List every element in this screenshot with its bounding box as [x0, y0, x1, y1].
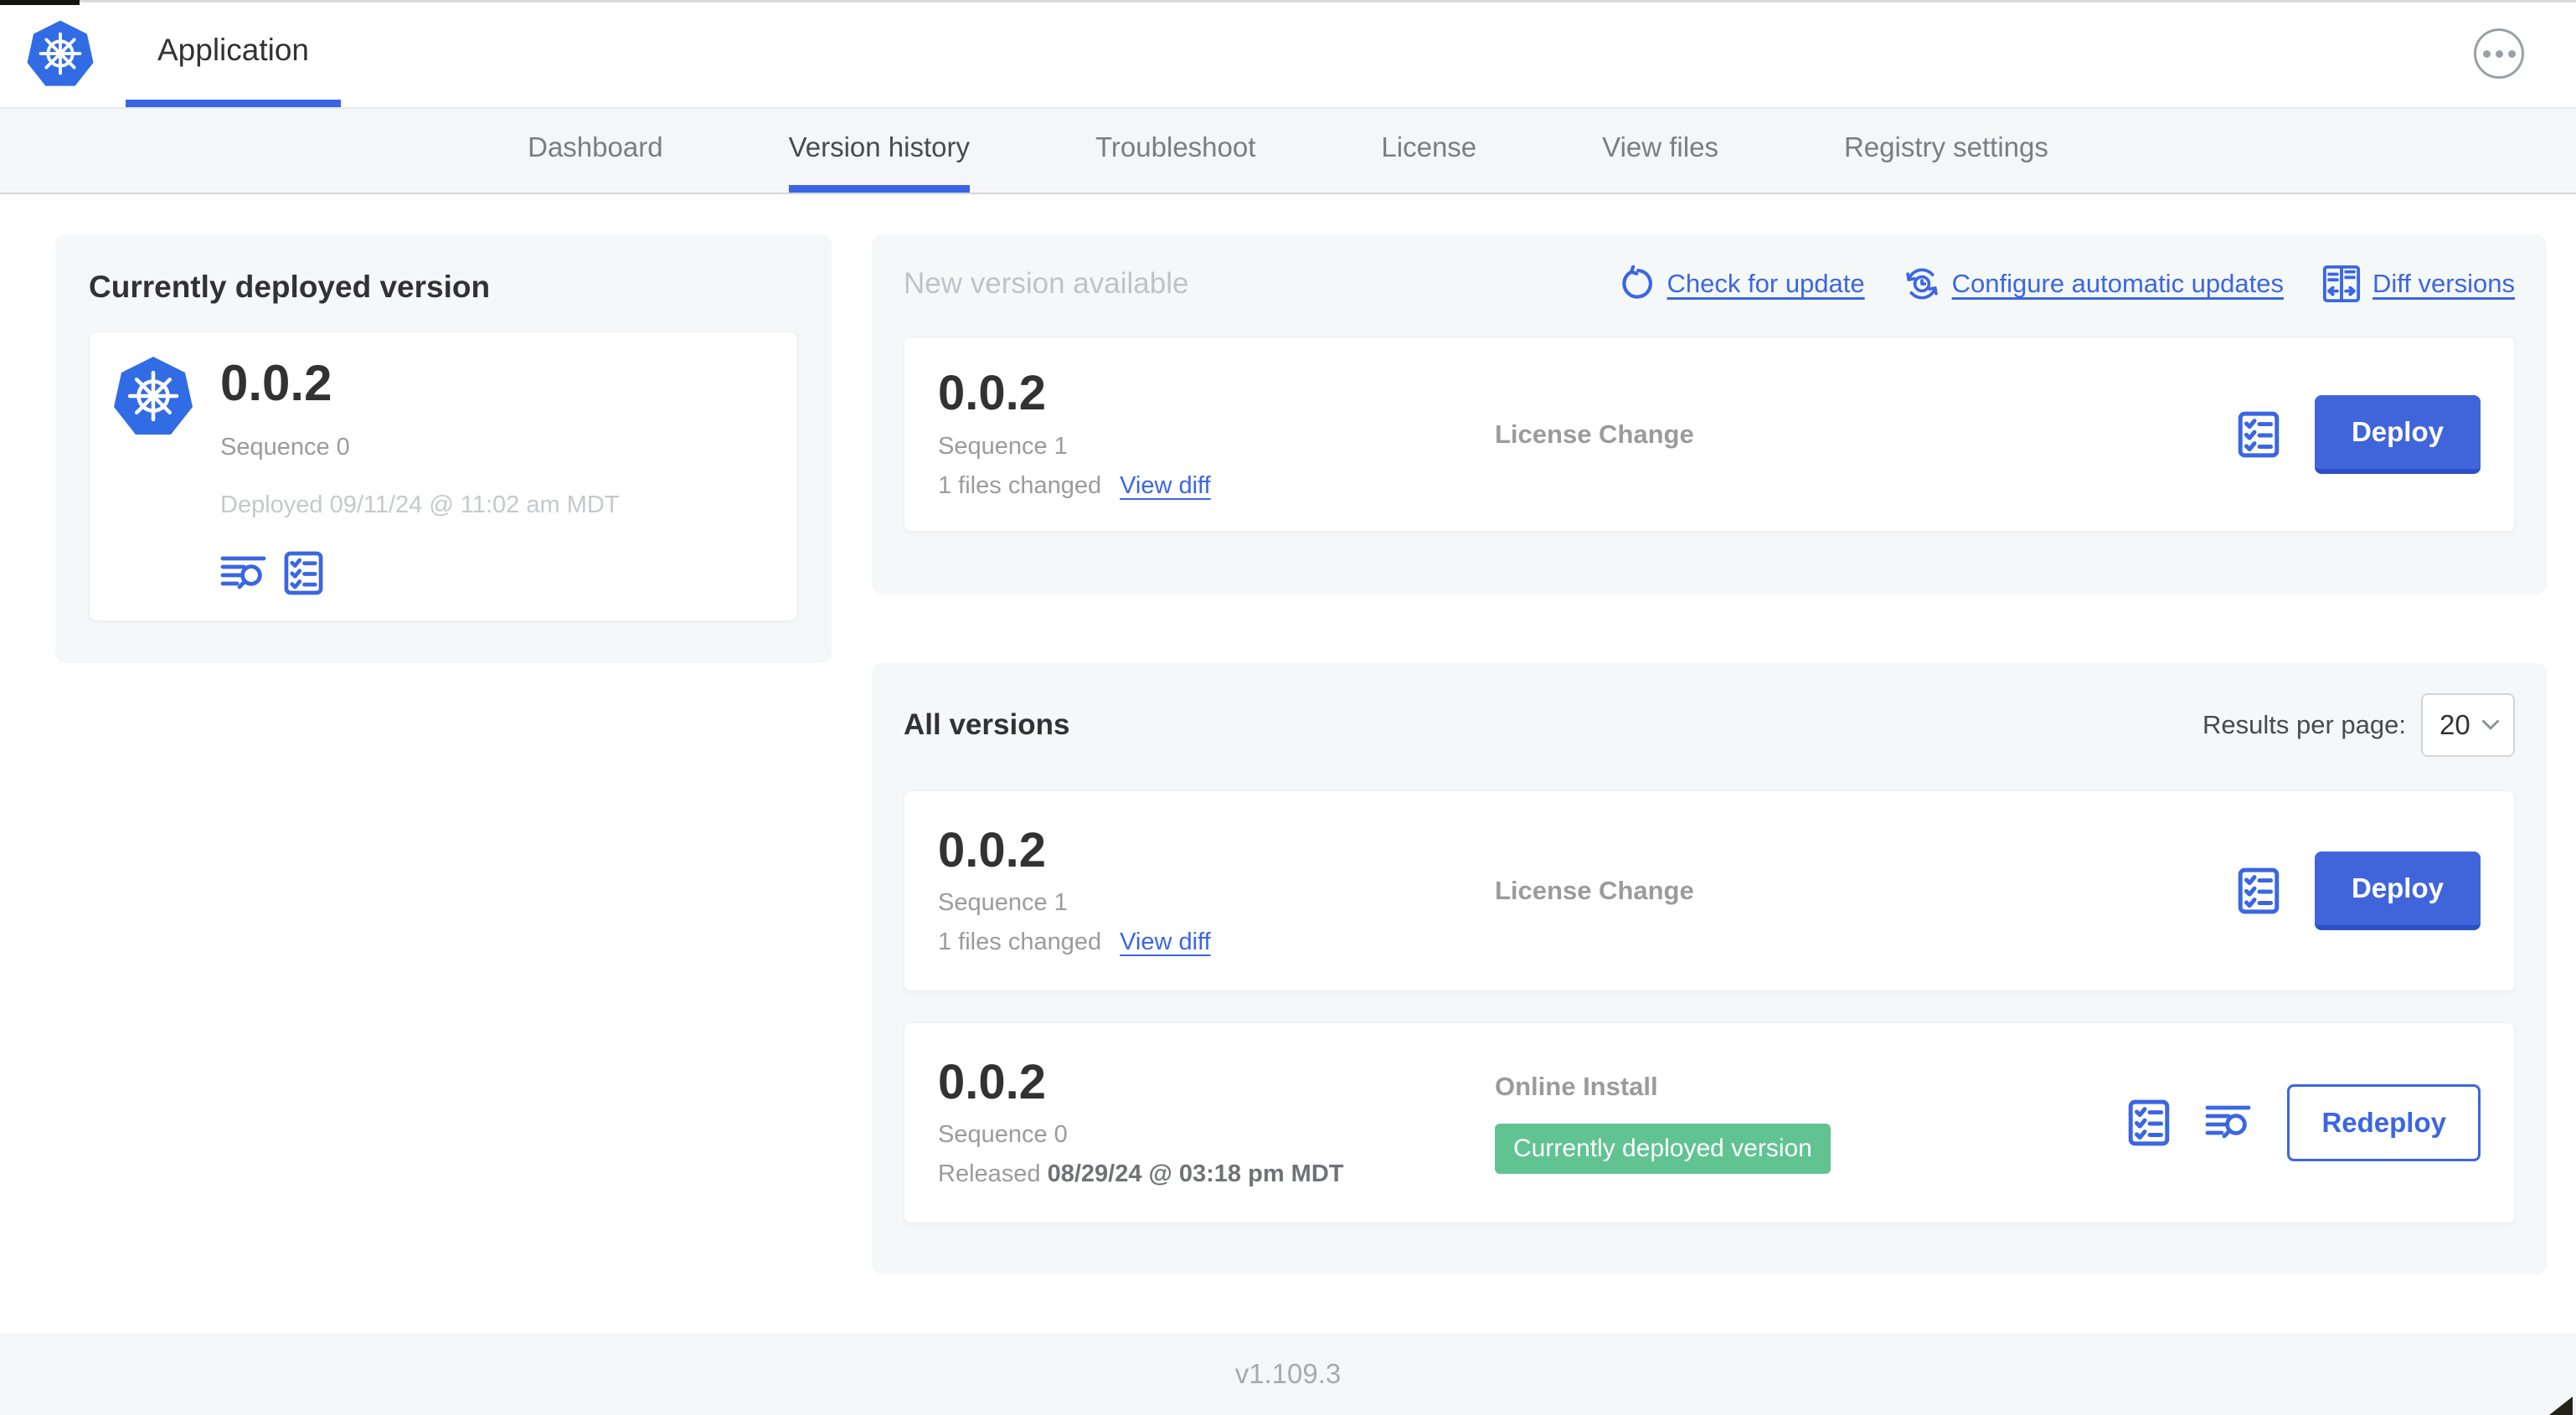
version-row: 0.0.2 Sequence 0 Released 08/29/24 @ 03:…	[904, 1022, 2515, 1223]
view-logs-icon[interactable]	[2205, 1103, 2252, 1143]
diff-versions-link[interactable]: Diff versions	[2322, 265, 2515, 303]
diff-versions-label: Diff versions	[2372, 269, 2515, 298]
version-sequence: Sequence 0	[938, 1121, 1068, 1149]
currently-deployed-card: 0.0.2 Sequence 0 Deployed 09/11/24 @ 11:…	[89, 332, 798, 621]
diff-icon	[2322, 265, 2361, 303]
preflight-checklist-icon[interactable]	[2238, 867, 2280, 914]
deployed-timestamp: Deployed 09/11/24 @ 11:02 am MDT	[220, 491, 620, 518]
released-timestamp: Released 08/29/24 @ 03:18 pm MDT	[938, 1160, 1344, 1188]
configure-automatic-updates-link[interactable]: Configure automatic updates	[1904, 265, 2284, 302]
ellipsis-icon	[2482, 49, 2491, 58]
tab-license[interactable]: License	[1381, 109, 1476, 193]
results-per-page-label: Results per page:	[2202, 710, 2406, 739]
tab-registry-settings[interactable]: Registry settings	[1844, 109, 2048, 193]
release-notes: Online Install Currently deployed versio…	[1495, 1072, 2128, 1174]
right-column: New version available Check for update C…	[872, 234, 2547, 1333]
app-subnav: Dashboard Version history Troubleshoot L…	[0, 109, 2576, 194]
preflight-checklist-icon[interactable]	[284, 551, 323, 595]
app-logo-wrap	[25, 0, 95, 107]
version-number: 0.0.2	[938, 366, 1046, 421]
files-changed-text: 1 files changed	[938, 929, 1102, 956]
new-version-panel-head: New version available Check for update C…	[904, 265, 2515, 303]
new-version-card: 0.0.2 Sequence 1 1 files changed View di…	[904, 337, 2515, 532]
chevron-down-icon	[2482, 719, 2499, 730]
configure-automatic-updates-label: Configure automatic updates	[1951, 269, 2284, 298]
left-column: Currently deployed version 0.0.2 Sequenc…	[55, 234, 832, 1333]
currently-deployed-badge: Currently deployed version	[1495, 1124, 1831, 1174]
release-notes-text: Online Install	[1495, 1072, 1658, 1101]
deployed-version-info: 0.0.2 Sequence 0 Deployed 09/11/24 @ 11:…	[220, 354, 620, 595]
kubernetes-logo-icon	[27, 20, 94, 86]
files-changed-row: 1 files changed View diff	[938, 472, 1495, 500]
preflight-checklist-icon[interactable]	[2128, 1099, 2170, 1146]
version-actions: Redeploy	[2128, 1084, 2481, 1161]
currently-deployed-title: Currently deployed version	[89, 270, 491, 304]
version-actions: Deploy	[2238, 394, 2481, 474]
schedule-update-icon	[1904, 265, 1940, 302]
results-per-page: Results per page: 20	[2202, 693, 2515, 757]
app-header: Application	[0, 0, 2576, 109]
all-versions-head: All versions Results per page: 20	[904, 693, 2515, 757]
main-content: Currently deployed version 0.0.2 Sequenc…	[0, 194, 2576, 1333]
app-tab-application[interactable]: Application	[126, 0, 342, 107]
all-versions-panel: All versions Results per page: 20 0.0.2 …	[872, 663, 2547, 1274]
tab-view-files[interactable]: View files	[1602, 109, 1718, 193]
view-diff-link[interactable]: View diff	[1120, 929, 1211, 956]
version-info: 0.0.2 Sequence 1 1 files changed View di…	[938, 368, 1495, 500]
files-changed-text: 1 files changed	[938, 471, 1102, 499]
results-per-page-select[interactable]: 20	[2421, 693, 2515, 757]
all-versions-title: All versions	[904, 708, 1070, 741]
tab-version-history[interactable]: Version history	[788, 109, 970, 193]
tab-troubleshoot[interactable]: Troubleshoot	[1095, 109, 1255, 193]
version-number: 0.0.2	[938, 822, 1046, 877]
page-footer: v1.109.3	[0, 1333, 2576, 1415]
version-sequence: Sequence 1	[938, 432, 1068, 460]
view-logs-icon[interactable]	[220, 553, 267, 594]
screenshot-artifact	[0, 0, 80, 5]
top-hairline	[0, 0, 2576, 3]
version-info: 0.0.2 Sequence 0 Released 08/29/24 @ 03:…	[938, 1057, 1495, 1189]
admin-console-version: v1.109.3	[1234, 1358, 1342, 1389]
version-history-page: Application Dashboard Version history Tr…	[0, 0, 2576, 1415]
currently-deployed-panel: Currently deployed version 0.0.2 Sequenc…	[55, 234, 832, 663]
app-tab-label: Application	[157, 32, 310, 67]
update-actions: Check for update Configure automatic upd…	[1619, 265, 2515, 303]
refresh-icon	[1619, 265, 1656, 302]
deployed-version-number: 0.0.2	[220, 355, 332, 411]
check-for-update-label: Check for update	[1667, 269, 1865, 298]
version-info: 0.0.2 Sequence 1 1 files changed View di…	[938, 822, 1495, 957]
release-notes: License Change	[1495, 419, 1694, 449]
files-changed-row: 1 files changed View diff	[938, 929, 1495, 956]
results-per-page-value: 20	[2439, 709, 2470, 740]
preflight-checklist-icon[interactable]	[2238, 411, 2280, 458]
version-number: 0.0.2	[938, 1054, 1046, 1109]
new-version-panel: New version available Check for update C…	[872, 234, 2547, 594]
deploy-button[interactable]: Deploy	[2314, 394, 2481, 474]
version-sequence: Sequence 1	[938, 889, 1068, 917]
deployed-actions	[220, 551, 620, 595]
release-notes: License Change	[1495, 876, 1694, 905]
overflow-menu-button[interactable]	[2474, 28, 2524, 79]
version-rows: 0.0.2 Sequence 1 1 files changed View di…	[904, 790, 2515, 1223]
tab-dashboard[interactable]: Dashboard	[528, 109, 662, 193]
view-diff-link[interactable]: View diff	[1120, 472, 1211, 500]
check-for-update-link[interactable]: Check for update	[1619, 265, 1865, 302]
deploy-button[interactable]: Deploy	[2314, 852, 2481, 930]
new-version-title: New version available	[904, 267, 1189, 300]
redeploy-button[interactable]: Redeploy	[2287, 1084, 2481, 1161]
version-actions: Deploy	[2238, 852, 2481, 930]
version-row: 0.0.2 Sequence 1 1 files changed View di…	[904, 790, 2515, 991]
kubernetes-logo-icon	[114, 357, 193, 435]
deployed-sequence: Sequence 0	[220, 434, 350, 461]
